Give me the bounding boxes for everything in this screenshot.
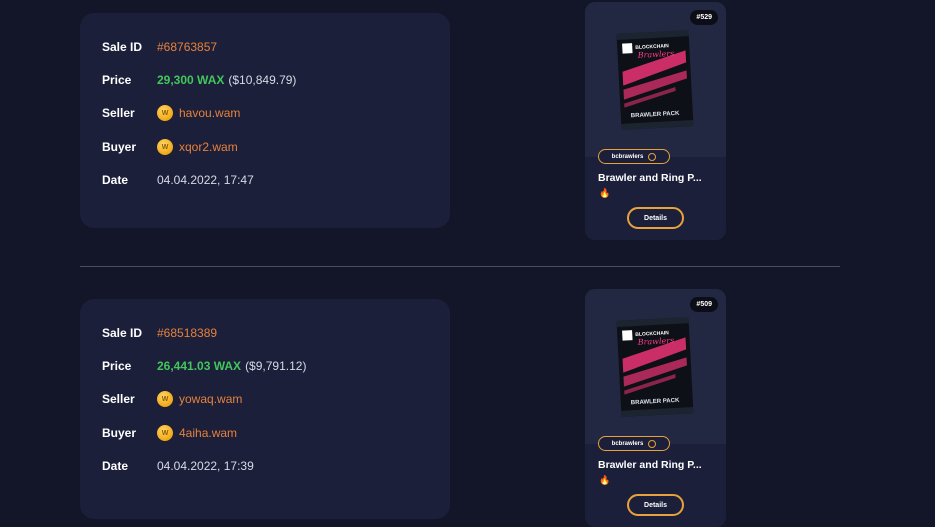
seller-link[interactable]: yowaq.wam: [179, 392, 242, 406]
details-button[interactable]: Details: [627, 494, 684, 516]
price-usd: ($9,791.12): [245, 359, 307, 373]
nft-title: Brawler and Ring P...: [598, 459, 702, 471]
price-row: Price 26,441.03 WAX ($9,791.12): [102, 356, 306, 376]
seller-link[interactable]: havou.wam: [179, 106, 240, 120]
nft-title: Brawler and Ring P...: [598, 172, 702, 184]
verified-check-icon: [648, 439, 657, 448]
mint-number-badge: #529: [690, 10, 718, 25]
sale-id-row: Sale ID #68763857: [102, 37, 217, 57]
sale-info-card: Sale ID #68518389 Price 26,441.03 WAX ($…: [80, 299, 450, 519]
collection-badge[interactable]: bcbrawlers: [598, 149, 670, 164]
buyer-row: Buyer W xqor2.wam: [102, 137, 238, 157]
wax-coin-icon: W: [157, 391, 173, 407]
sale-info-card: Sale ID #68763857 Price 29,300 WAX ($10,…: [80, 13, 450, 228]
sale-id-label: Sale ID: [102, 326, 143, 340]
nft-card[interactable]: BLOCKCHAIN Brawlers BRAWLER PACK #509 bc…: [585, 289, 726, 527]
collection-badge[interactable]: bcbrawlers: [598, 436, 670, 451]
date-row: Date 04.04.2022, 17:47: [102, 170, 254, 190]
wax-coin-icon: W: [157, 425, 173, 441]
sale-id-link[interactable]: #68518389: [157, 326, 217, 340]
nft-image[interactable]: BLOCKCHAIN Brawlers BRAWLER PACK #509: [585, 289, 726, 444]
price-value: 26,441.03 WAX ($9,791.12): [157, 359, 306, 373]
buyer-label: Buyer: [102, 426, 137, 440]
buyer-value[interactable]: W xqor2.wam: [157, 139, 238, 155]
price-label: Price: [102, 73, 132, 87]
pack-image: BLOCKCHAIN Brawlers BRAWLER PACK: [616, 30, 694, 130]
date-row: Date 04.04.2022, 17:39: [102, 456, 254, 476]
sale-id-label: Sale ID: [102, 40, 143, 54]
date-label: Date: [102, 459, 129, 473]
price-row: Price 29,300 WAX ($10,849.79): [102, 70, 296, 90]
price-usd: ($10,849.79): [228, 73, 297, 87]
pack-image: BLOCKCHAIN Brawlers BRAWLER PACK: [616, 317, 694, 417]
buyer-value[interactable]: W 4aiha.wam: [157, 425, 237, 441]
date-value: 04.04.2022, 17:39: [157, 459, 254, 473]
sale-id-link[interactable]: #68763857: [157, 40, 217, 54]
price-value: 29,300 WAX ($10,849.79): [157, 73, 296, 87]
seller-value[interactable]: W yowaq.wam: [157, 391, 242, 407]
buyer-label: Buyer: [102, 140, 137, 154]
nft-card[interactable]: BLOCKCHAIN Brawlers BRAWLER PACK #529 bc…: [585, 2, 726, 240]
mint-number-badge: #509: [690, 297, 718, 312]
buyer-link[interactable]: 4aiha.wam: [179, 426, 237, 440]
price-wax: 26,441.03 WAX: [157, 359, 242, 373]
price-label: Price: [102, 359, 132, 373]
fire-icon: 🔥: [599, 475, 611, 485]
wax-coin-icon: W: [157, 105, 173, 121]
date-value: 04.04.2022, 17:47: [157, 173, 254, 187]
details-button[interactable]: Details: [627, 207, 684, 229]
seller-value[interactable]: W havou.wam: [157, 105, 240, 121]
nft-image[interactable]: BLOCKCHAIN Brawlers BRAWLER PACK #529: [585, 2, 726, 157]
price-wax: 29,300 WAX: [157, 73, 225, 87]
seller-label: Seller: [102, 392, 135, 406]
collection-name: bcbrawlers: [611, 440, 644, 447]
seller-label: Seller: [102, 106, 135, 120]
buyer-row: Buyer W 4aiha.wam: [102, 423, 237, 443]
buyer-link[interactable]: xqor2.wam: [179, 140, 238, 154]
sale-id-row: Sale ID #68518389: [102, 323, 217, 343]
sale-divider: [80, 266, 840, 267]
seller-row: Seller W havou.wam: [102, 103, 240, 123]
date-label: Date: [102, 173, 129, 187]
collection-name: bcbrawlers: [611, 153, 644, 160]
fire-icon: 🔥: [599, 188, 611, 198]
verified-check-icon: [648, 152, 657, 161]
wax-coin-icon: W: [157, 139, 173, 155]
seller-row: Seller W yowaq.wam: [102, 389, 242, 409]
